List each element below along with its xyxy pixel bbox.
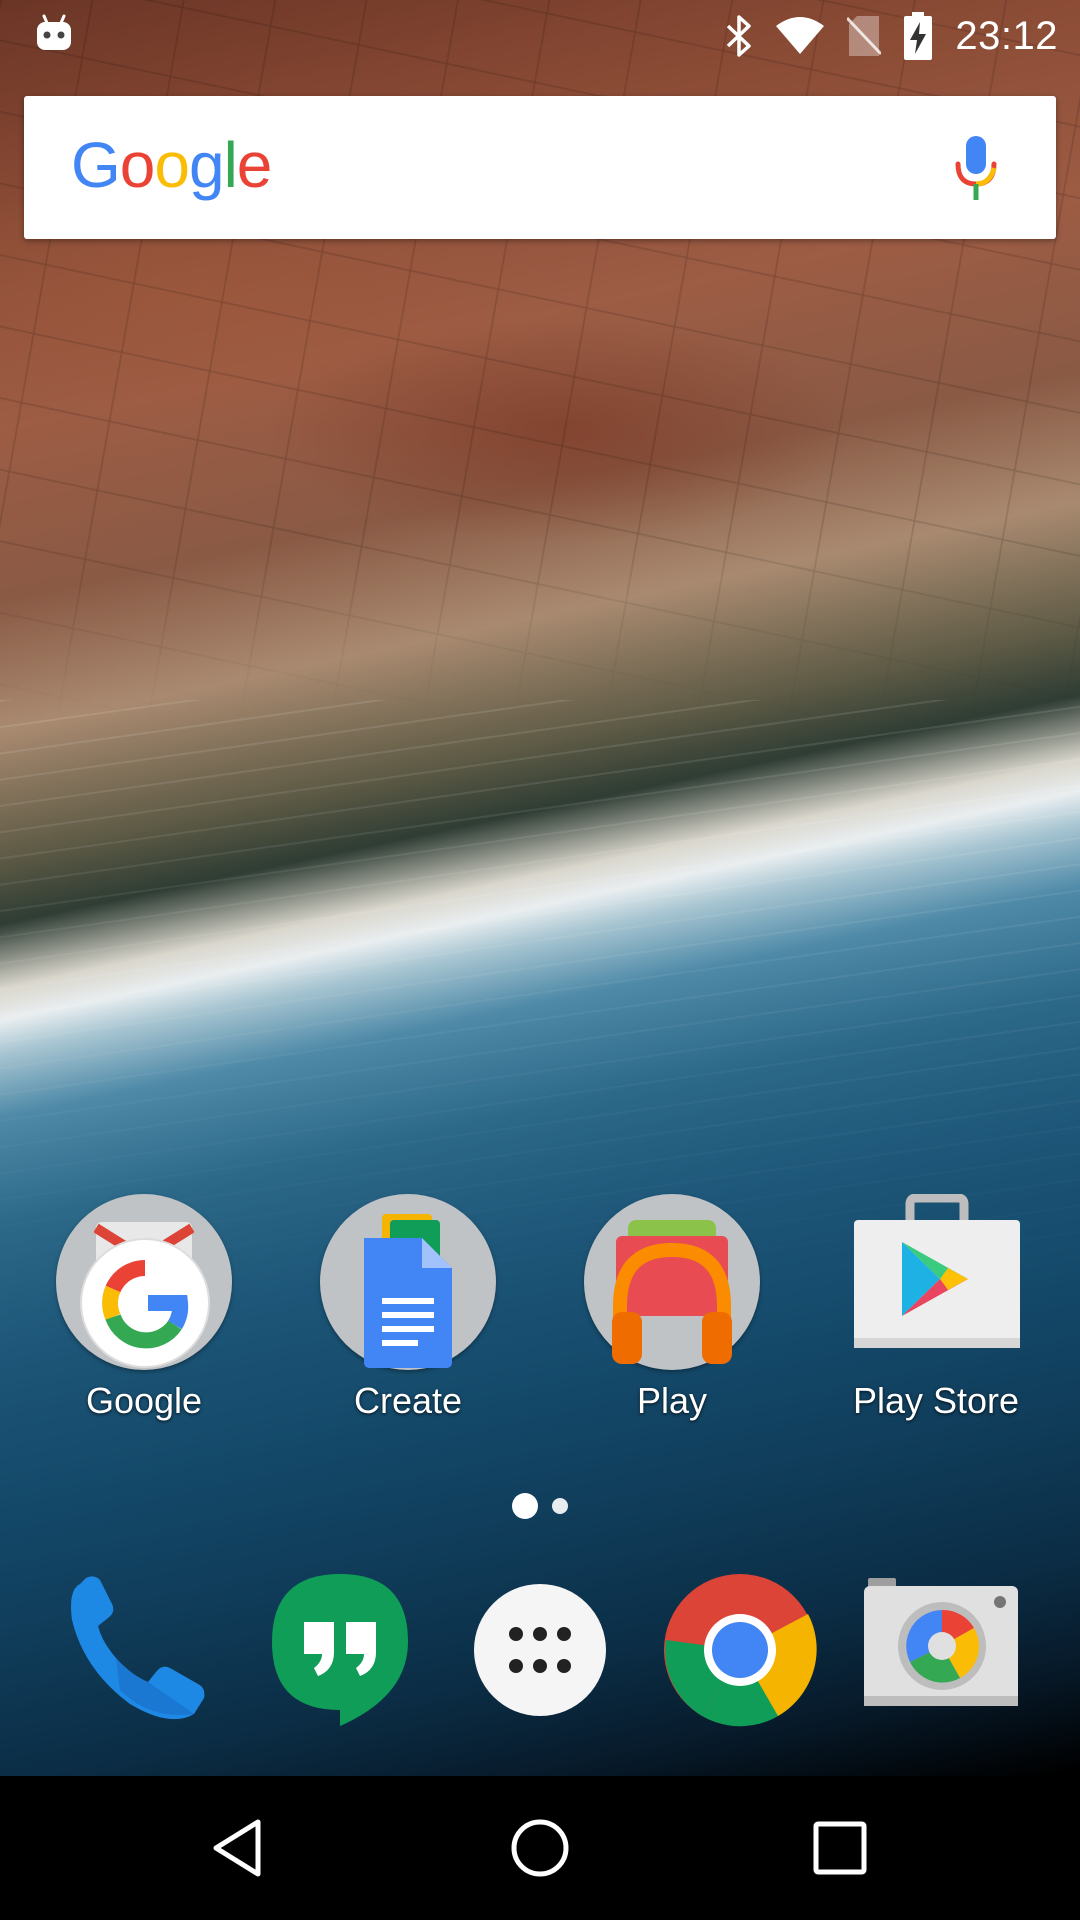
app-create-folder[interactable]: Create — [298, 1194, 518, 1422]
app-google-folder[interactable]: Google — [34, 1194, 254, 1422]
status-bar: 23:12 — [0, 0, 1080, 72]
bluetooth-icon — [727, 15, 752, 57]
play-music-icon — [612, 1220, 732, 1364]
play-store-icon — [854, 1194, 1020, 1348]
app-play-store[interactable]: Play Store — [826, 1194, 1046, 1422]
recents-icon[interactable] — [808, 1816, 872, 1880]
back-icon[interactable] — [208, 1816, 272, 1880]
google-logo: Google — [71, 129, 272, 201]
phone-icon[interactable] — [60, 1570, 220, 1730]
hangouts-icon[interactable] — [260, 1570, 420, 1730]
app-label: Play Store — [852, 1380, 1020, 1421]
home-icon[interactable] — [508, 1816, 572, 1880]
wifi-icon — [776, 17, 825, 54]
clock: 23:12 — [955, 13, 1058, 58]
camera-icon[interactable] — [862, 1576, 1022, 1736]
page-indicator — [0, 1491, 1080, 1521]
android-robot-icon — [37, 14, 71, 50]
google-search-bar[interactable]: Google — [24, 96, 1056, 239]
app-drawer-icon[interactable] — [460, 1570, 620, 1730]
navigation-bar — [0, 1776, 1080, 1920]
app-label: Google — [85, 1380, 203, 1421]
google-g-icon — [80, 1238, 210, 1368]
page-dot[interactable] — [552, 1498, 568, 1514]
app-play-folder[interactable]: Play — [562, 1194, 782, 1422]
mic-icon[interactable] — [952, 134, 1000, 202]
app-label: Create — [353, 1380, 463, 1421]
chrome-icon[interactable] — [660, 1570, 820, 1730]
battery-charging-icon — [904, 12, 933, 60]
docs-icon — [364, 1214, 452, 1368]
no-sim-icon — [847, 16, 882, 56]
app-label: Play — [636, 1380, 708, 1421]
page-dot-active[interactable] — [512, 1493, 538, 1519]
